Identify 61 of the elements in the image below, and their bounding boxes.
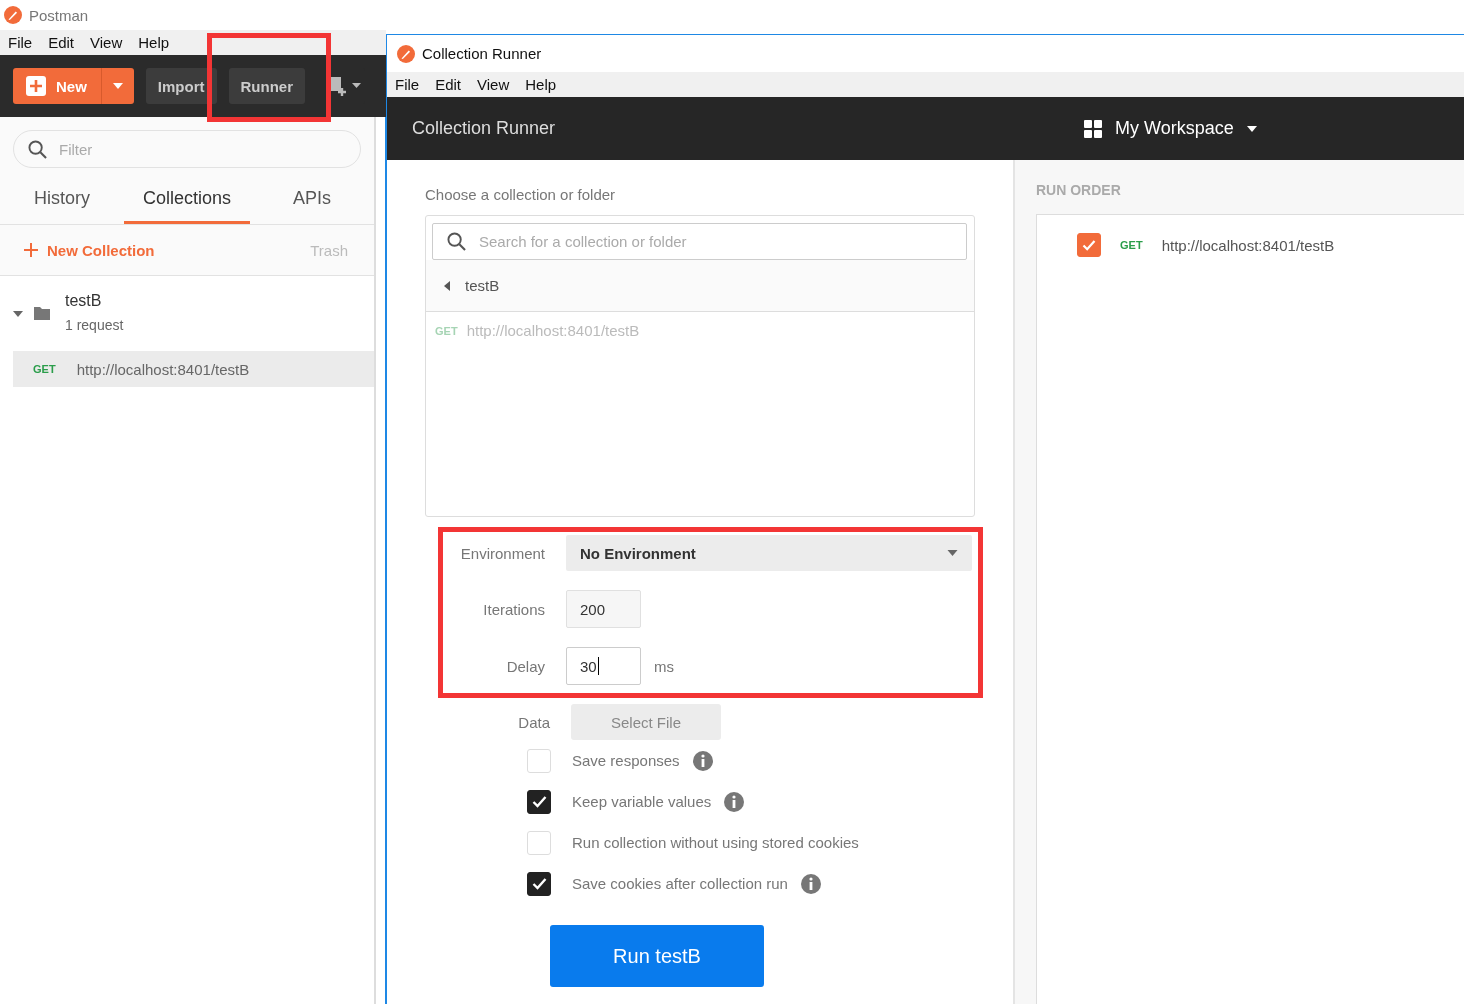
request-url: http://localhost:8401/testB [466,322,640,339]
option-label: Run collection without using stored cookies [572,834,859,851]
field-label: Environment [459,544,545,562]
runner-button[interactable]: Runner [228,68,305,104]
method-label: GET [1120,239,1143,251]
collection-name[interactable]: testB [65,292,124,310]
unit-label: ms [654,657,674,675]
checkbox[interactable] [527,789,551,814]
check-icon [531,795,547,808]
runner-header-title: Collection Runner [412,118,557,139]
postman-logo-icon [397,44,415,63]
caret-icon [1246,125,1257,132]
plus-icon [24,243,38,257]
postman-logo-icon [4,6,22,24]
checkbox[interactable] [1077,233,1101,257]
menu-item[interactable]: File [395,76,420,93]
environment-dropdown[interactable]: No Environment [566,535,972,571]
menu-item[interactable]: Edit [48,34,75,51]
menu-item[interactable]: Help [138,34,170,51]
grid-icon [1084,119,1102,138]
caret-icon [947,550,958,556]
search-icon [447,232,466,251]
info-icon[interactable] [724,791,745,812]
menu-item[interactable]: View [90,34,123,51]
menu-item[interactable]: Edit [435,76,462,93]
check-icon [1082,239,1096,251]
check-icon [531,877,547,890]
option-label: Keep variable values [572,793,712,810]
request-count: 1 request [65,317,124,333]
option-label: Save cookies after collection run [572,875,788,892]
delay-field[interactable]: 30 [566,647,641,685]
iterations-field[interactable]: 200 [566,590,641,628]
window-title: Postman [29,6,89,24]
menu-item[interactable]: File [8,34,33,51]
run-button[interactable]: Run testB [550,925,764,987]
plus-icon [26,76,46,96]
caret-icon [112,83,123,89]
folder-icon [34,307,50,320]
info-icon[interactable] [692,750,713,771]
folder-name: testB [465,277,500,294]
search-icon [28,139,47,159]
sidebar-tab[interactable]: History [0,176,124,224]
field-label: Delay [505,657,545,675]
option-label: Save responses [572,752,680,769]
field-label: Data [517,713,550,731]
sidebar-tab[interactable]: Collections [124,176,250,224]
sidebar-tab[interactable]: APIs [250,176,374,224]
section-heading: Choose a collection or folder [425,186,617,203]
menu-item[interactable]: View [477,76,510,93]
caret-icon[interactable] [13,308,23,319]
workspace-menu[interactable]: My Workspace [1084,118,1257,139]
field-label: Iterations [482,600,545,618]
menu-item[interactable]: Help [525,76,557,93]
window-title: Collection Runner [422,45,542,62]
section-heading: RUN ORDER [1036,182,1122,198]
checkbox[interactable] [527,871,551,896]
back-icon[interactable] [444,280,450,291]
info-icon[interactable] [800,873,821,894]
request-url: http://localhost:8401/testB [1161,236,1335,254]
method-label: GET [435,324,458,337]
import-button[interactable]: Import [145,68,217,104]
